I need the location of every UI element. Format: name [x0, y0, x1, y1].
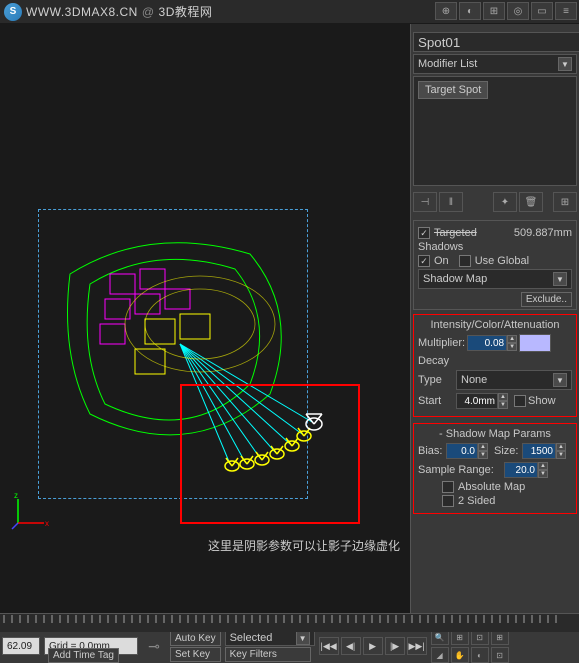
- key-icon: ⊸: [142, 636, 166, 656]
- modify-panel: Modifier List ▼ Target Spot ⊣ ‖ ✦ 🗑 ⊞ ✓ …: [411, 24, 579, 614]
- tool-arc-icon[interactable]: ◐: [459, 2, 481, 20]
- modifier-list-dropdown[interactable]: Modifier List ▼: [413, 54, 577, 74]
- spin-up-icon[interactable]: ▲: [507, 335, 517, 343]
- make-unique-icon[interactable]: ✦: [493, 192, 517, 212]
- decay-label: Decay: [418, 355, 572, 367]
- tool-utilities-icon[interactable]: ≡: [555, 2, 577, 20]
- spin-up-icon[interactable]: ▲: [478, 443, 488, 451]
- pin-stack-icon[interactable]: ⊣: [413, 192, 437, 212]
- target-distance-value: 509.887mm: [514, 227, 572, 239]
- absolute-map-checkbox[interactable]: [442, 481, 454, 493]
- play-icon[interactable]: ▶: [363, 637, 383, 655]
- auto-key-button[interactable]: Auto Key: [170, 631, 221, 646]
- next-frame-icon[interactable]: |▶: [385, 637, 405, 655]
- logo-icon: S: [4, 3, 22, 21]
- intensity-highlight: Intensity/Color/Attenuation Multiplier: …: [413, 314, 577, 417]
- configure-sets-icon[interactable]: ⊞: [553, 192, 577, 212]
- general-params-rollout: ✓ Targeted 509.887mm Shadows ✓ On Use Gl…: [413, 220, 577, 310]
- svg-text:x: x: [45, 519, 49, 528]
- shadows-title: Shadows: [418, 241, 572, 253]
- arc-rotate-icon[interactable]: ◐: [471, 647, 489, 663]
- bias-input[interactable]: [446, 443, 478, 459]
- targeted-label: Targeted: [434, 227, 477, 239]
- decay-show-checkbox[interactable]: [514, 395, 526, 407]
- intensity-title: Intensity/Color/Attenuation: [418, 319, 572, 331]
- set-key-button[interactable]: Set Key: [170, 647, 221, 662]
- goto-end-icon[interactable]: ▶▶|: [407, 637, 427, 655]
- spin-up-icon[interactable]: ▲: [556, 443, 566, 451]
- add-time-tag-button[interactable]: Add Time Tag: [48, 648, 119, 663]
- shadowmap-title: - Shadow Map Params: [418, 428, 572, 440]
- use-global-checkbox[interactable]: [459, 255, 471, 267]
- tool-zoom-icon[interactable]: ⊕: [435, 2, 457, 20]
- sample-range-input[interactable]: [504, 462, 538, 478]
- decay-start-input[interactable]: [456, 393, 498, 409]
- maximize-viewport-icon[interactable]: ⊡: [491, 647, 509, 663]
- decay-start-label: Start: [418, 395, 454, 407]
- bottom-bar: for(let i=0;i<70;i++)document.write('<sp…: [0, 613, 579, 663]
- pan-icon[interactable]: ✋: [451, 647, 469, 663]
- chevron-down-icon: ▼: [553, 373, 567, 387]
- top-toolbar: ⊕ ◐ ⊞ ◎ ▭ ≡: [433, 0, 579, 22]
- show-result-icon[interactable]: ‖: [439, 192, 463, 212]
- shadowmap-highlight: - Shadow Map Params Bias: ▲▼ Size: ▲▼ Sa…: [413, 423, 577, 514]
- tool-display-icon[interactable]: ▭: [531, 2, 553, 20]
- multiplier-input[interactable]: [467, 335, 507, 351]
- key-filters-button[interactable]: Key Filters: [225, 647, 311, 662]
- frame-input[interactable]: [2, 637, 40, 655]
- multiplier-label: Multiplier:: [418, 337, 465, 349]
- spin-up-icon[interactable]: ▲: [538, 462, 548, 470]
- spin-down-icon[interactable]: ▼: [498, 401, 508, 409]
- key-mode-dropdown[interactable]: Selected▼: [225, 630, 315, 646]
- spin-down-icon[interactable]: ▼: [507, 343, 517, 351]
- app-header: S WWW.3DMAX8.CN@3D教程网 ⊕ ◐ ⊞ ◎ ▭ ≡: [0, 0, 579, 24]
- fov-icon[interactable]: ◢: [431, 647, 449, 663]
- site-url: WWW.3DMAX8.CN@3D教程网: [26, 3, 212, 20]
- shadow-type-dropdown[interactable]: Shadow Map ▼: [418, 269, 572, 289]
- stack-item[interactable]: Target Spot: [418, 81, 488, 99]
- chevron-down-icon: ▼: [296, 631, 310, 645]
- light-color-swatch[interactable]: [519, 334, 551, 352]
- shadows-on-checkbox[interactable]: ✓: [418, 255, 430, 267]
- decay-type-label: Type: [418, 374, 454, 386]
- spin-down-icon[interactable]: ▼: [556, 451, 566, 459]
- sample-range-label: Sample Range:: [418, 464, 502, 476]
- annotation-caption: 这里是阴影参数可以让影子边缘虚化: [208, 537, 400, 554]
- goto-start-icon[interactable]: |◀◀: [319, 637, 339, 655]
- show-label: Show: [528, 395, 556, 407]
- chevron-down-icon: ▼: [553, 272, 567, 286]
- size-input[interactable]: [522, 443, 556, 459]
- spin-down-icon[interactable]: ▼: [538, 470, 548, 478]
- two-sided-checkbox[interactable]: [442, 495, 454, 507]
- chevron-down-icon: ▼: [558, 57, 572, 71]
- timeline-slider[interactable]: for(let i=0;i<70;i++)document.write('<sp…: [0, 614, 579, 632]
- modifier-stack[interactable]: Target Spot: [413, 76, 577, 186]
- decay-type-dropdown[interactable]: None ▼: [456, 370, 572, 390]
- remove-modifier-icon[interactable]: 🗑: [519, 192, 543, 212]
- two-sided-label: 2 Sided: [458, 495, 495, 507]
- axis-gizmo-icon: zx: [10, 491, 50, 534]
- prev-frame-icon[interactable]: ◀|: [341, 637, 361, 655]
- svg-text:z: z: [14, 491, 18, 500]
- on-label: On: [434, 255, 449, 267]
- annotation-box: [180, 384, 360, 524]
- exclude-button[interactable]: Exclude..: [521, 292, 572, 307]
- absolute-map-label: Absolute Map: [458, 481, 525, 493]
- tool-motion-icon[interactable]: ◎: [507, 2, 529, 20]
- object-name-input[interactable]: [413, 32, 579, 52]
- tool-hierarchy-icon[interactable]: ⊞: [483, 2, 505, 20]
- size-label: Size:: [494, 445, 520, 457]
- spin-down-icon[interactable]: ▼: [478, 451, 488, 459]
- spin-up-icon[interactable]: ▲: [498, 393, 508, 401]
- targeted-checkbox[interactable]: ✓: [418, 227, 430, 239]
- bias-label: Bias:: [418, 445, 444, 457]
- use-global-label: Use Global: [475, 255, 529, 267]
- perspective-viewport[interactable]: zx 这里是阴影参数可以让影子边缘虚化: [0, 24, 411, 614]
